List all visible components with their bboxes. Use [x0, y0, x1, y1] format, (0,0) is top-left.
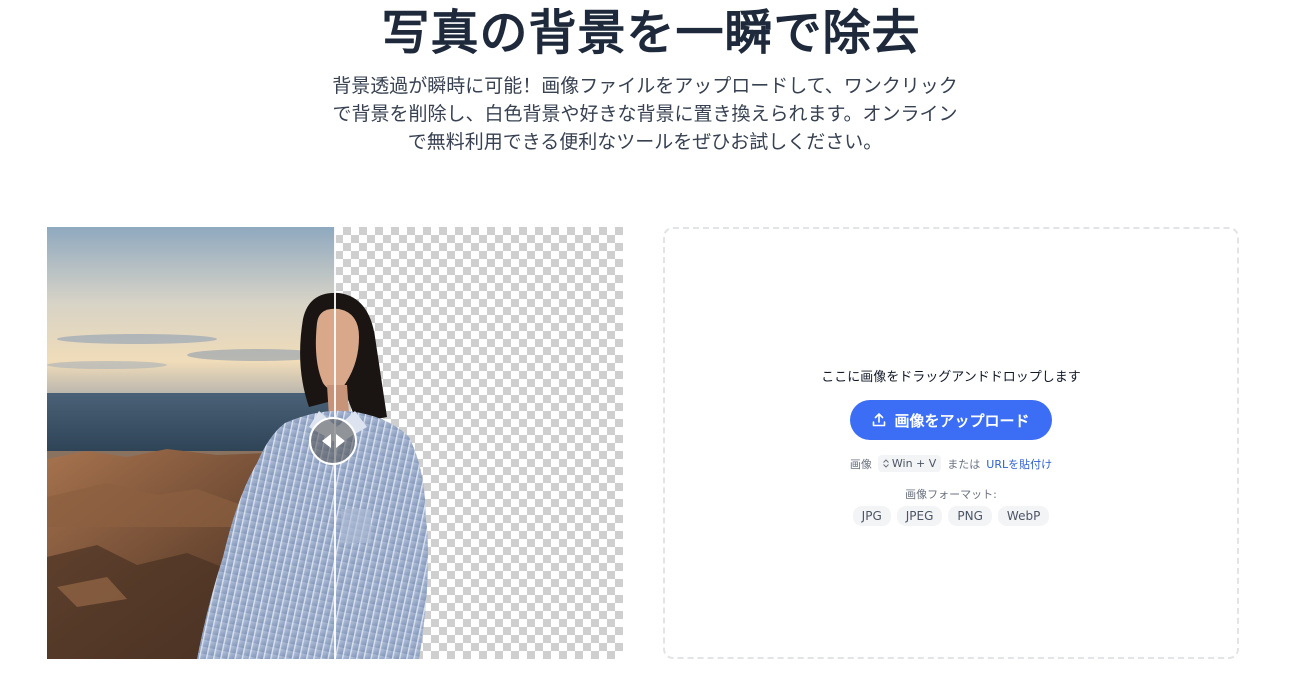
- upload-image-button[interactable]: 画像をアップロード: [850, 400, 1052, 440]
- left-arrow-icon: [322, 434, 331, 448]
- before-after-preview[interactable]: [47, 227, 623, 659]
- paste-prefix: 画像: [849, 457, 872, 471]
- page-title: 写真の背景を一瞬で除去: [381, 5, 921, 61]
- format-tag: WebP: [997, 506, 1050, 526]
- right-arrow-icon: [336, 434, 345, 448]
- paste-shortcut-label: Win + V: [891, 457, 937, 470]
- format-tag: JPG: [852, 506, 891, 526]
- upload-button-label: 画像をアップロード: [894, 411, 1030, 430]
- dropzone-instruction: ここに画像をドラッグアンドドロップします: [821, 370, 1081, 385]
- paste-url-link[interactable]: URLを貼付け: [986, 456, 1052, 472]
- page-subtitle: 背景透過が瞬時に可能！画像ファイルをアップロードして、ワンクリック で背景を削除…: [300, 72, 990, 156]
- formats-label: 画像フォーマット:: [905, 488, 997, 501]
- compare-slider-handle[interactable]: [309, 417, 357, 465]
- subtitle-line: で背景を削除し、白色背景や好きな背景に置き換えられます。オンライン: [332, 103, 958, 125]
- format-tag: PNG: [948, 506, 992, 526]
- subtitle-line: 背景透過が瞬時に可能！画像ファイルをアップロードして、ワンクリック: [332, 75, 958, 97]
- page: 写真の背景を一瞬で除去 背景透過が瞬時に可能！画像ファイルをアップロードして、ワ…: [0, 0, 1302, 677]
- subtitle-line: で無料利用できる便利なツールをぜひお試しください。: [407, 131, 883, 153]
- paste-hint: 画像 Win + V または URLを貼付け: [665, 455, 1237, 472]
- sort-arrows-icon: [883, 459, 889, 468]
- format-tag-list: JPG JPEG PNG WebP: [665, 506, 1237, 526]
- format-tag: JPEG: [896, 506, 943, 526]
- paste-shortcut-key: Win + V: [877, 455, 942, 472]
- upload-dropzone[interactable]: ここに画像をドラッグアンドドロップします 画像をアップロード 画像 Win + …: [663, 227, 1239, 659]
- paste-or-text: または: [947, 457, 981, 471]
- upload-icon: [873, 413, 886, 427]
